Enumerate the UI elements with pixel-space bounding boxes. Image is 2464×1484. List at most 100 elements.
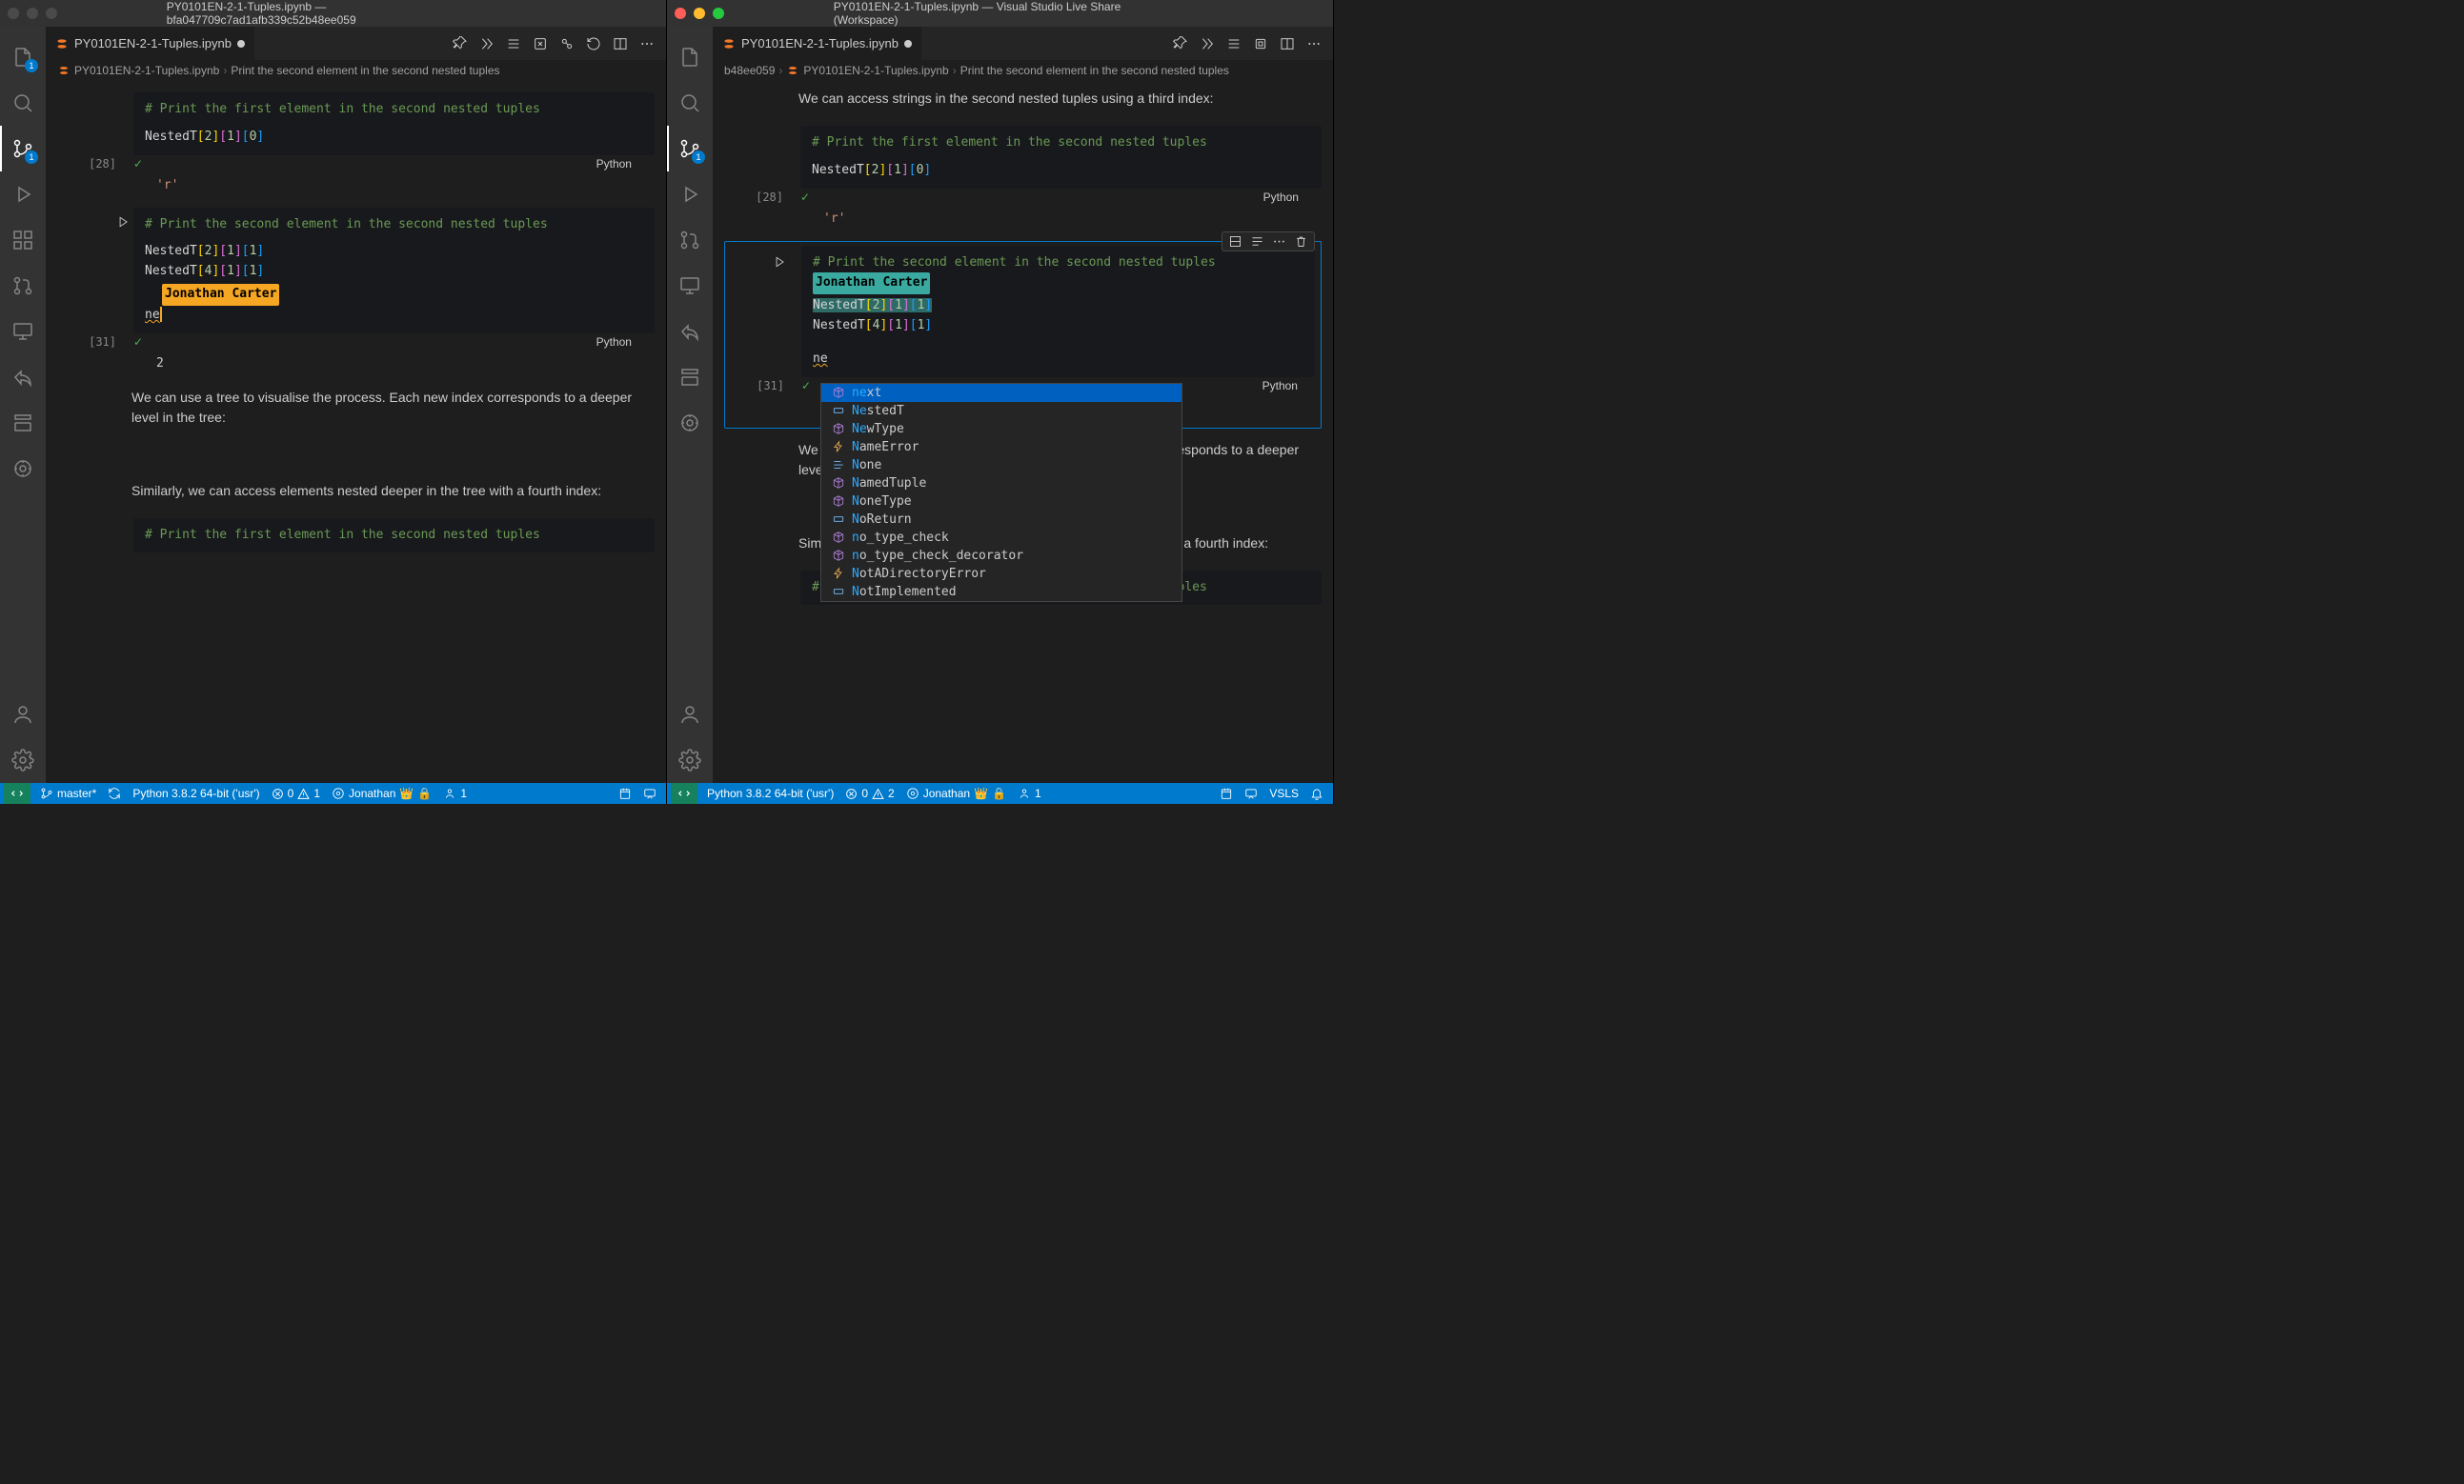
suggest-item[interactable]: next <box>821 384 1182 402</box>
source-control-icon[interactable]: 1 <box>667 126 713 171</box>
close-button[interactable] <box>8 8 19 19</box>
search-icon[interactable] <box>667 80 713 126</box>
github-pr-icon[interactable] <box>667 217 713 263</box>
extensions-icon[interactable] <box>0 217 46 263</box>
file-tab[interactable]: PY0101EN-2-1-Tuples.ipynb <box>46 27 254 60</box>
kernel-icon[interactable] <box>1253 36 1268 51</box>
suggest-item[interactable]: NoReturn <box>821 511 1182 529</box>
run-debug-icon[interactable] <box>667 171 713 217</box>
close-button[interactable] <box>675 8 686 19</box>
run-cell-icon[interactable] <box>773 255 786 269</box>
minimize-button[interactable] <box>694 8 705 19</box>
run-cell-icon[interactable] <box>116 215 130 229</box>
maximize-button[interactable] <box>46 8 57 19</box>
cell-split-icon[interactable] <box>1228 234 1242 249</box>
notifications-icon[interactable] <box>1304 783 1329 804</box>
language-label[interactable]: Python <box>1262 379 1309 392</box>
remote-explorer-icon[interactable] <box>0 309 46 354</box>
run-all-icon[interactable] <box>1200 36 1215 51</box>
more-icon[interactable] <box>639 36 655 51</box>
remote-indicator[interactable] <box>671 783 697 804</box>
code-cell[interactable]: # Print the first element in the second … <box>57 518 655 553</box>
kernel-icon[interactable] <box>559 36 575 51</box>
language-label[interactable]: Python <box>596 157 643 170</box>
python-env[interactable]: Python 3.8.2 64-bit ('usr') <box>127 783 265 804</box>
remote-explorer-icon[interactable] <box>667 263 713 309</box>
breadcrumbs[interactable]: PY0101EN-2-1-Tuples.ipynb › Print the se… <box>46 60 666 81</box>
bookmarks-icon[interactable] <box>667 354 713 400</box>
liveshare-status[interactable]: Jonathan 👑 🔒 <box>326 783 437 804</box>
cell-more-icon[interactable] <box>1272 234 1286 249</box>
participants-count[interactable]: 1 <box>437 783 473 804</box>
code-cell-active[interactable]: # Print the second element in the second… <box>724 241 1322 429</box>
notebook[interactable]: # Print the first element in the second … <box>46 81 666 783</box>
sync-button[interactable] <box>102 783 127 804</box>
code-cell[interactable]: # Print the first element in the second … <box>57 92 655 198</box>
problems-indicator[interactable]: 0 2 <box>839 783 899 804</box>
suggest-item[interactable]: NestedT <box>821 402 1182 420</box>
clear-all-icon[interactable] <box>506 36 521 51</box>
run-all-icon[interactable] <box>479 36 495 51</box>
calendar-icon[interactable] <box>613 783 637 804</box>
breadcrumbs[interactable]: b48ee059 › PY0101EN-2-1-Tuples.ipynb › P… <box>713 60 1333 81</box>
suggest-item[interactable]: no_type_check_decorator <box>821 547 1182 565</box>
more-icon[interactable] <box>1306 36 1322 51</box>
split-icon[interactable] <box>1280 36 1295 51</box>
cell-delete-icon[interactable] <box>1294 234 1308 249</box>
run-debug-icon[interactable] <box>0 171 46 217</box>
pin-icon[interactable] <box>1173 36 1188 51</box>
search-icon[interactable] <box>0 80 46 126</box>
comment: # Print the second element in the second… <box>145 217 548 231</box>
feedback-icon[interactable] <box>637 783 662 804</box>
code-cell[interactable]: # Print the second element in the second… <box>57 208 655 376</box>
suggest-item[interactable]: NameError <box>821 438 1182 456</box>
liveshare-status[interactable]: Jonathan 👑 🔒 <box>900 783 1012 804</box>
accounts-icon[interactable] <box>0 692 46 737</box>
branch-indicator[interactable]: master* <box>34 783 102 804</box>
suggest-item[interactable]: NotADirectoryError <box>821 565 1182 583</box>
gitlens-icon[interactable] <box>0 446 46 491</box>
pin-icon[interactable] <box>453 36 468 51</box>
split-icon[interactable] <box>613 36 628 51</box>
explorer-icon[interactable]: 1 <box>0 34 46 80</box>
notebook[interactable]: We can access strings in the second nest… <box>713 81 1333 783</box>
settings-gear-icon[interactable] <box>0 737 46 783</box>
suggest-item[interactable]: NamedTuple <box>821 474 1182 492</box>
github-pr-icon[interactable] <box>0 263 46 309</box>
problems-indicator[interactable]: 0 1 <box>266 783 326 804</box>
accounts-icon[interactable] <box>667 692 713 737</box>
maximize-button[interactable] <box>713 8 724 19</box>
explorer-icon[interactable] <box>667 34 713 80</box>
file-tab[interactable]: PY0101EN-2-1-Tuples.ipynb <box>713 27 921 60</box>
restart-icon[interactable] <box>586 36 601 51</box>
suggest-item[interactable]: NotImplemented <box>821 583 1182 601</box>
suggest-item[interactable]: NoneType <box>821 492 1182 511</box>
remote-cursor-label: Jonathan Carter <box>162 284 279 306</box>
feedback-icon[interactable] <box>1239 783 1263 804</box>
suggest-item[interactable]: NewType <box>821 420 1182 438</box>
bookmarks-icon[interactable] <box>0 400 46 446</box>
calendar-icon[interactable] <box>1214 783 1239 804</box>
language-label[interactable]: Python <box>596 335 643 349</box>
vsls-label[interactable]: VSLS <box>1263 783 1304 804</box>
suggest-item[interactable]: no_type_check <box>821 529 1182 547</box>
lock-icon: 🔒 <box>992 787 1006 800</box>
remote-indicator[interactable] <box>4 783 30 804</box>
language-label[interactable]: Python <box>1263 191 1310 204</box>
code-cell[interactable]: # Print the first element in the second … <box>724 126 1322 231</box>
gitlens-icon[interactable] <box>667 400 713 446</box>
liveshare-icon[interactable] <box>0 354 46 400</box>
python-env[interactable]: Python 3.8.2 64-bit ('usr') <box>701 783 839 804</box>
suggest-item[interactable]: None <box>821 456 1182 474</box>
suggest-label: next <box>852 386 881 400</box>
source-control-icon[interactable]: 1 <box>0 126 46 171</box>
autocomplete-popup[interactable]: next NestedTNewTypeNameErrorNoneNamedTupl… <box>820 383 1182 602</box>
settings-gear-icon[interactable] <box>667 737 713 783</box>
clear-all-icon[interactable] <box>1226 36 1242 51</box>
minimize-button[interactable] <box>27 8 38 19</box>
enum-icon <box>831 458 846 471</box>
liveshare-icon[interactable] <box>667 309 713 354</box>
cell-lines-icon[interactable] <box>1250 234 1264 249</box>
participants-count[interactable]: 1 <box>1012 783 1047 804</box>
variables-icon[interactable] <box>533 36 548 51</box>
